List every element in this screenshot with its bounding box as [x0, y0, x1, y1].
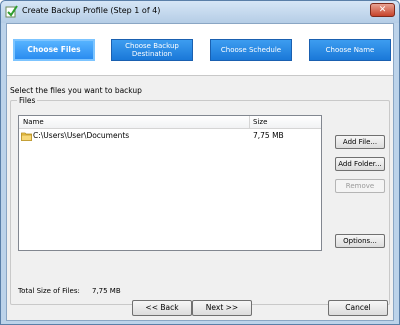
close-button[interactable]: ✕: [370, 3, 395, 17]
total-size-value: 7,75 MB: [92, 287, 121, 295]
window-title: Create Backup Profile (Step 1 of 4): [22, 6, 161, 15]
step-choose-schedule: Choose Schedule: [210, 39, 292, 61]
add-folder-button[interactable]: Add Folder...: [335, 157, 385, 171]
remove-button[interactable]: Remove: [335, 179, 385, 193]
list-item[interactable]: C:\Users\User\Documents 7,75 MB: [19, 130, 321, 142]
files-list[interactable]: Name Size C:\Users\User\Documents 7,75 M…: [18, 115, 322, 251]
column-header-size[interactable]: Size: [253, 118, 267, 126]
list-header: Name Size: [19, 116, 321, 129]
instruction-text: Select the files you want to backup: [10, 86, 142, 95]
column-divider[interactable]: [249, 116, 250, 129]
wizard-body: Choose Files Choose Backup Destination C…: [6, 23, 394, 321]
files-group-label: Files: [17, 96, 38, 105]
step-choose-backup-destination: Choose Backup Destination: [111, 39, 193, 61]
options-button[interactable]: Options...: [335, 234, 385, 248]
total-size-label: Total Size of Files:: [18, 287, 80, 295]
folder-icon: [21, 132, 32, 141]
step-choose-name: Choose Name: [309, 39, 391, 61]
column-header-name[interactable]: Name: [23, 118, 44, 126]
backup-app-icon: [5, 5, 18, 18]
file-size: 7,75 MB: [253, 131, 284, 140]
back-button[interactable]: << Back: [132, 300, 192, 316]
files-group: Files Name Size C:\Users\User\Documents …: [10, 96, 390, 305]
cancel-button[interactable]: Cancel: [328, 300, 388, 316]
title-bar[interactable]: Create Backup Profile (Step 1 of 4) ✕: [1, 1, 399, 23]
steps-band: Choose Files Choose Backup Destination C…: [7, 24, 393, 76]
step-choose-files: Choose Files: [13, 39, 95, 61]
next-button[interactable]: Next >>: [192, 300, 252, 316]
add-file-button[interactable]: Add File...: [335, 135, 385, 149]
file-name: C:\Users\User\Documents: [33, 131, 130, 140]
backup-wizard-window: Create Backup Profile (Step 1 of 4) ✕ Ch…: [0, 0, 400, 325]
